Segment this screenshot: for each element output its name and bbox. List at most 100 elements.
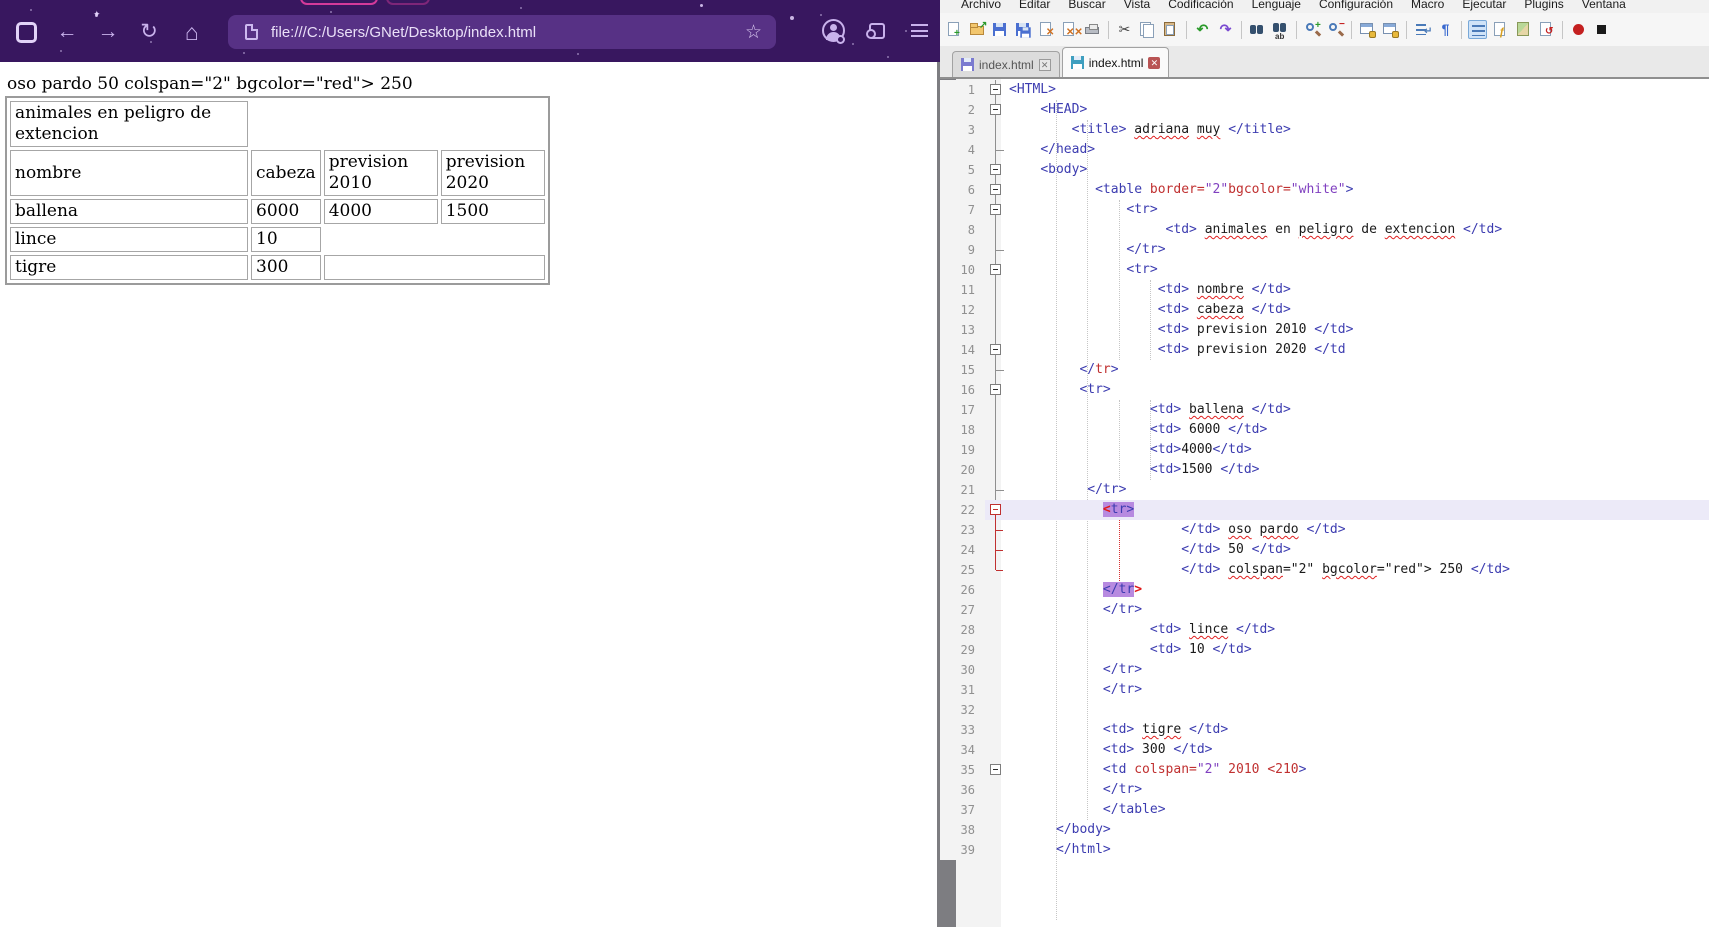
menu-item-ventana[interactable]: Ventana bbox=[1573, 0, 1635, 11]
toolbar-icon-new-file[interactable]: + bbox=[945, 20, 964, 39]
fold-collapse-icon[interactable] bbox=[990, 164, 1001, 175]
code-line-5[interactable]: 5 <body> bbox=[940, 160, 1709, 180]
code-line-1[interactable]: 1 <HTML> bbox=[940, 80, 1709, 100]
editor[interactable]: 1 <HTML> 2 <HEAD> 3 <title> adriana muy </t… bbox=[940, 79, 1709, 927]
toolbar-icon-copy[interactable] bbox=[1138, 20, 1157, 39]
toolbar-icon-zoom-out[interactable]: − bbox=[1326, 20, 1345, 39]
forward-icon[interactable]: → bbox=[93, 17, 123, 47]
tab-close-icon[interactable]: ✕ bbox=[1038, 58, 1051, 71]
fold-margin-box[interactable] bbox=[985, 340, 1007, 360]
code-line-18[interactable]: 18 <td> 6000 </td> bbox=[940, 420, 1709, 440]
tab-index.html-inactive[interactable]: index.html ✕ bbox=[952, 51, 1060, 77]
toolbar-icon-record-macro[interactable] bbox=[1569, 20, 1588, 39]
fold-collapse-icon[interactable] bbox=[990, 384, 1001, 395]
code-line-3[interactable]: 3 <title> adriana muy </title> bbox=[940, 120, 1709, 140]
code-line-11[interactable]: 11 <td> nombre </td> bbox=[940, 280, 1709, 300]
toolbar-icon-replace[interactable]: ab bbox=[1271, 20, 1290, 41]
toolbar-icon-close-all[interactable]: ✕✕ bbox=[1060, 20, 1083, 39]
menu-item-archivo[interactable]: Archivo bbox=[952, 0, 1010, 11]
back-icon[interactable]: ← bbox=[52, 17, 82, 47]
toolbar-icon-indent-guide[interactable] bbox=[1468, 20, 1487, 39]
code-line-24[interactable]: 24 </td> 50 </td> bbox=[940, 540, 1709, 560]
toolbar-icon-document-map[interactable] bbox=[1514, 20, 1533, 39]
toolbar-icon-cut[interactable]: ✂ bbox=[1115, 20, 1134, 39]
menu-item-editar[interactable]: Editar bbox=[1010, 0, 1059, 11]
bookmark-star-icon[interactable]: ☆ bbox=[745, 21, 762, 44]
menu-item-macro[interactable]: Macro bbox=[1402, 0, 1453, 11]
code-line-2[interactable]: 2 <HEAD> bbox=[940, 100, 1709, 120]
code-line-35[interactable]: 35 <td colspan="2" 2010 <210> bbox=[940, 760, 1709, 780]
fold-margin-box[interactable] bbox=[985, 380, 1007, 400]
fold-collapse-icon[interactable] bbox=[990, 204, 1001, 215]
code-line-17[interactable]: 17 <td> ballena </td> bbox=[940, 400, 1709, 420]
toolbar-icon-sync-vertical-scroll[interactable] bbox=[1358, 20, 1377, 39]
code-line-21[interactable]: 21 </tr> bbox=[940, 480, 1709, 500]
reload-icon[interactable]: ↻ bbox=[134, 17, 164, 47]
fold-margin-box[interactable] bbox=[985, 200, 1007, 220]
menu-item-vista[interactable]: Vista bbox=[1115, 0, 1159, 11]
extensions-puzzle-icon[interactable] bbox=[866, 23, 885, 39]
menu-item-configuración[interactable]: Configuración bbox=[1310, 0, 1402, 11]
code-line-22[interactable]: 22 <tr> bbox=[940, 500, 1709, 520]
fold-margin-box[interactable] bbox=[985, 760, 1007, 780]
fold-collapse-icon[interactable] bbox=[990, 504, 1001, 515]
code-line-33[interactable]: 33 <td> tigre </td> bbox=[940, 720, 1709, 740]
code-line-36[interactable]: 36 </tr> bbox=[940, 780, 1709, 800]
code-line-27[interactable]: 27 </tr> bbox=[940, 600, 1709, 620]
tab-index.html-active[interactable]: index.html ✕ bbox=[1061, 47, 1170, 77]
home-icon[interactable]: ⌂ bbox=[177, 17, 207, 47]
toolbar-icon-play-macro[interactable] bbox=[1592, 20, 1611, 39]
code-line-31[interactable]: 31 </tr> bbox=[940, 680, 1709, 700]
menu-item-lenguaje[interactable]: Lenguaje bbox=[1243, 0, 1310, 11]
fold-collapse-icon[interactable] bbox=[990, 264, 1001, 275]
code-line-15[interactable]: 15 </tr> bbox=[940, 360, 1709, 380]
menu-hamburger-icon[interactable] bbox=[911, 24, 928, 37]
fold-collapse-icon[interactable] bbox=[990, 344, 1001, 355]
fold-margin-box[interactable] bbox=[985, 100, 1007, 120]
code-line-29[interactable]: 29 <td> 10 </td> bbox=[940, 640, 1709, 660]
code-line-13[interactable]: 13 <td> prevision 2010 </td> bbox=[940, 320, 1709, 340]
code-line-9[interactable]: 9 </tr> bbox=[940, 240, 1709, 260]
fold-collapse-icon[interactable] bbox=[990, 84, 1001, 95]
toolbar-icon-open-file[interactable]: ↗ bbox=[968, 20, 987, 39]
code-line-7[interactable]: 7 <tr> bbox=[940, 200, 1709, 220]
code-line-39[interactable]: 39 </html> bbox=[940, 840, 1709, 860]
toolbar-icon-save[interactable] bbox=[991, 20, 1010, 39]
menu-item-buscar[interactable]: Buscar bbox=[1059, 0, 1114, 11]
code-line-14[interactable]: 14 <td> prevision 2020 </td bbox=[940, 340, 1709, 360]
code-line-23[interactable]: 23 </td> oso pardo </td> bbox=[940, 520, 1709, 540]
toolbar-icon-sync-horizontal-scroll[interactable] bbox=[1381, 20, 1400, 39]
toolbar-icon-word-wrap[interactable]: ↵ bbox=[1413, 20, 1432, 39]
code-line-19[interactable]: 19 <td>4000</td> bbox=[940, 440, 1709, 460]
fold-margin-box[interactable] bbox=[985, 160, 1007, 180]
toolbar-icon-print[interactable] bbox=[1083, 20, 1102, 39]
fold-collapse-icon[interactable] bbox=[990, 764, 1001, 775]
toolbar-icon-save-all[interactable] bbox=[1014, 20, 1033, 39]
toolbar-icon-paste[interactable] bbox=[1161, 20, 1180, 39]
code-line-38[interactable]: 38 </body> bbox=[940, 820, 1709, 840]
fold-margin-box[interactable] bbox=[985, 180, 1007, 200]
code-line-12[interactable]: 12 <td> cabeza </td> bbox=[940, 300, 1709, 320]
fold-margin-box[interactable] bbox=[985, 500, 1007, 520]
fold-collapse-icon[interactable] bbox=[990, 184, 1001, 195]
fold-collapse-icon[interactable] bbox=[990, 104, 1001, 115]
code-line-30[interactable]: 30 </tr> bbox=[940, 660, 1709, 680]
code-line-10[interactable]: 10 <tr> bbox=[940, 260, 1709, 280]
toolbar-icon-document-switcher[interactable]: ↺ bbox=[1537, 20, 1556, 39]
code-line-4[interactable]: 4 </head> bbox=[940, 140, 1709, 160]
code-line-34[interactable]: 34 <td> 300 </td> bbox=[940, 740, 1709, 760]
code-line-16[interactable]: 16 <tr> bbox=[940, 380, 1709, 400]
code-line-28[interactable]: 28 <td> lince </td> bbox=[940, 620, 1709, 640]
menu-item-ejecutar[interactable]: Ejecutar bbox=[1453, 0, 1515, 11]
address-bar[interactable]: file:///C:/Users/GNet/Desktop/index.html… bbox=[228, 15, 776, 49]
code-line-32[interactable]: 32 bbox=[940, 700, 1709, 720]
code-line-6[interactable]: 6 <table border="2"bgcolor="white"> bbox=[940, 180, 1709, 200]
code-line-20[interactable]: 20 <td>1500 </td> bbox=[940, 460, 1709, 480]
code-line-25[interactable]: 25 </td> colspan="2" bgcolor="red"> 250 … bbox=[940, 560, 1709, 580]
toolbar-icon-find[interactable] bbox=[1248, 20, 1267, 39]
toolbar-icon-redo[interactable]: ↷ bbox=[1216, 20, 1235, 39]
menu-item-codificación[interactable]: Codificación bbox=[1159, 0, 1242, 11]
toolbar-icon-show-all-characters[interactable]: ¶ bbox=[1436, 20, 1455, 39]
code-line-26[interactable]: 26 </tr> bbox=[940, 580, 1709, 600]
tab-close-icon[interactable]: ✕ bbox=[1148, 56, 1161, 69]
